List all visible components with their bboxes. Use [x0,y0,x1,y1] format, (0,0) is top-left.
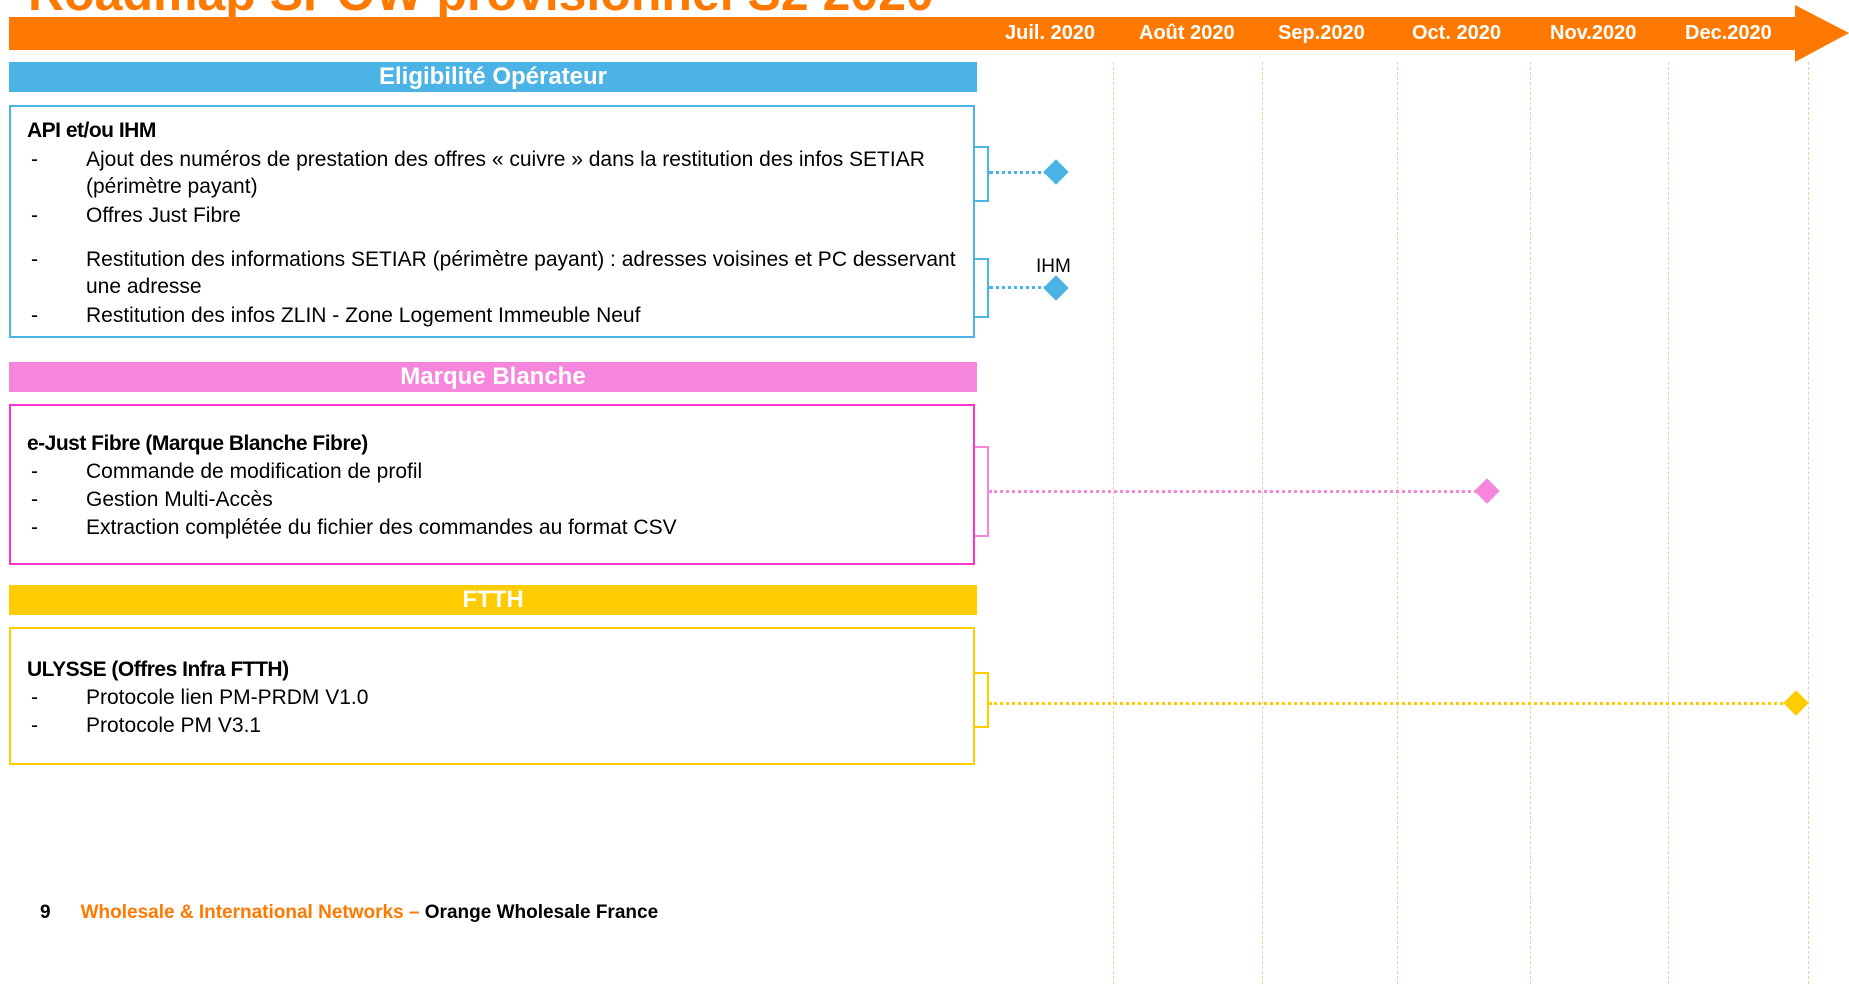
page-number: 9 [40,902,51,923]
month-label-sep: Sep.2020 [1278,22,1365,44]
list-item-text: Protocole lien PM-PRDM V1.0 [86,686,369,709]
list-item: - Restitution des infos ZLIN - Zone Loge… [31,302,971,329]
list-item: - Protocole lien PM-PRDM V1.0 [31,684,971,711]
group-bracket [975,258,989,318]
list-item: - Restitution des informations SETIAR (p… [31,246,971,300]
list-item: - Gestion Multi-Accès [31,486,971,513]
month-label-oct: Oct. 2020 [1412,22,1501,44]
group-bracket [975,446,989,537]
eligibilite-box: API et/ou IHM - Ajout des numéros de pre… [9,105,975,338]
ftth-box: ULYSSE (Offres Infra FTTH) - Protocole l… [9,627,975,765]
month-divider [1530,62,1531,984]
box-title: API et/ou IHM [27,119,156,142]
month-divider [1808,62,1809,984]
bullet-dash: - [31,488,38,511]
list-item: - Offres Just Fibre [31,202,971,229]
list-item-text: Extraction complétée du fichier des comm… [86,516,677,539]
list-item: - Protocole PM V3.1 [31,712,971,739]
footer-org: Wholesale & International Networks – [80,902,420,923]
bullet-dash: - [31,304,38,327]
bullet-dash: - [31,686,38,709]
group-bracket [975,672,989,728]
month-label-aout: Août 2020 [1139,22,1235,44]
box-title: ULYSSE (Offres Infra FTTH) [27,658,289,681]
list-item-text: Protocole PM V3.1 [86,714,262,737]
bullet-dash: - [31,204,38,227]
footer: 9 Wholesale & International Networks – Or… [40,902,658,924]
bullet-dash: - [31,714,38,737]
list-item: - Ajout des numéros de prestation des of… [31,146,971,200]
milestone-diamond [1474,478,1500,504]
section-header-ftth: FTTH [9,585,977,615]
bullet-dash: - [31,148,38,171]
section-header-marque-blanche: Marque Blanche [9,362,977,392]
list-item-text: Ajout des numéros de prestation des offr… [86,148,925,198]
list-item-text: Restitution des informations SETIAR (pér… [86,248,956,298]
footer-brand: Orange Wholesale France [424,902,659,923]
milestone-diamond [1783,690,1809,716]
connector-line [989,702,1789,705]
list-item: - Extraction complétée du fichier des co… [31,514,971,541]
list-item: - Commande de modification de profil [31,458,971,485]
section-header-eligibilite: Eligibilité Opérateur [9,62,977,92]
bullet-dash: - [31,248,38,271]
marque-blanche-box: e-Just Fibre (Marque Blanche Fibre) - Co… [9,404,975,565]
month-label-dec: Dec.2020 [1685,22,1772,44]
month-divider [1113,62,1114,984]
connector-line [989,490,1483,493]
list-item-text: Offres Just Fibre [86,204,241,227]
month-divider [1668,62,1669,984]
milestone-label: IHM [1036,256,1071,277]
month-divider [1262,62,1263,984]
month-label-juil: Juil. 2020 [1005,22,1096,44]
month-label-nov: Nov.2020 [1550,22,1637,44]
bullet-dash: - [31,460,38,483]
list-item-text: Restitution des infos ZLIN - Zone Logeme… [86,304,641,327]
milestone-diamond [1043,159,1069,185]
list-item-text: Commande de modification de profil [86,460,423,483]
month-divider [1397,62,1398,984]
bullet-dash: - [31,516,38,539]
list-item-text: Gestion Multi-Accès [86,488,273,511]
milestone-diamond [1043,275,1069,301]
group-bracket [975,146,989,202]
box-title: e-Just Fibre (Marque Blanche Fibre) [27,432,368,455]
